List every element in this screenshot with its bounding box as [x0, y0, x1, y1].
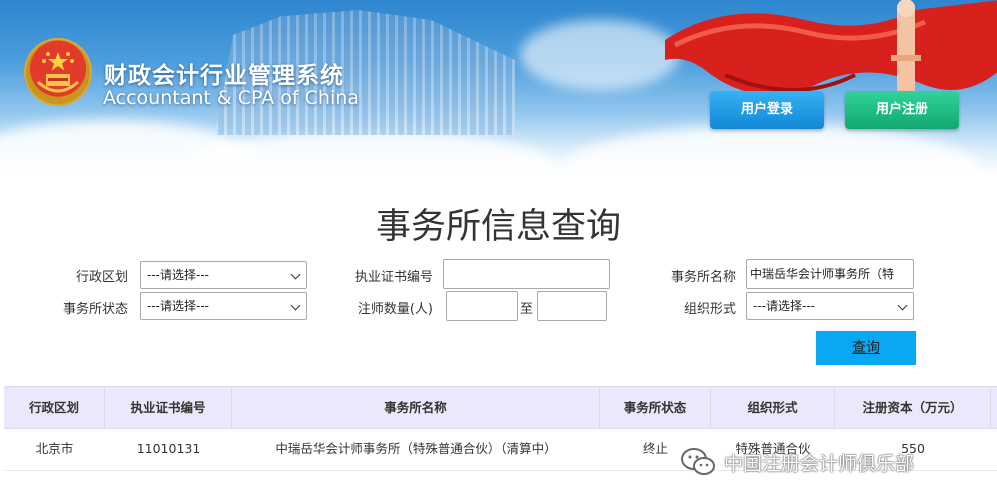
query-button[interactable]: 查询	[816, 331, 916, 365]
system-subtitle: Accountant & CPA of China	[103, 87, 359, 109]
table-cell: 北京市	[35, 441, 74, 456]
region-select[interactable]: ---请选择---	[140, 261, 307, 289]
region-select-value: ---请选择---	[147, 268, 209, 282]
firm-name-label: 事务所名称	[670, 270, 736, 285]
header-banner: 财政会计行业管理系统 Accountant & CPA of China 用户登…	[0, 0, 997, 175]
column-header: 行政区划	[4, 387, 105, 428]
license-no-label: 执业证书编号	[354, 270, 433, 285]
org-form-label: 组织形式	[683, 302, 736, 317]
column-header: 注册资本（万元）	[835, 387, 991, 428]
cpa-count-from-input[interactable]	[446, 291, 518, 321]
watermark: 中国注册会计师俱乐部	[680, 445, 914, 479]
cloud	[180, 130, 560, 175]
column-header: 事务所状态	[600, 387, 711, 428]
table-cell: 中瑞岳华会计师事务所（特殊普通合伙）（清算中）	[275, 441, 557, 456]
cloud	[520, 20, 680, 90]
table-header: 行政区划 执业证书编号 事务所名称 事务所状态 组织形式 注册资本（万元）	[4, 386, 997, 429]
cpa-count-label: 注师数量(人)	[357, 302, 433, 317]
wechat-icon	[681, 448, 715, 475]
chevron-down-icon	[290, 269, 301, 280]
watermark-text: 中国注册会计师俱乐部	[724, 452, 915, 475]
cpa-count-to-label: 至	[520, 302, 534, 317]
firm-name-input[interactable]: 中瑞岳华会计师事务所（特	[746, 259, 914, 289]
register-button[interactable]: 用户注册	[845, 91, 959, 129]
national-emblem-icon	[24, 38, 92, 106]
region-label: 行政区划	[75, 270, 128, 285]
org-form-select-value: ---请选择---	[753, 299, 815, 313]
license-no-input[interactable]	[443, 259, 610, 289]
cloud	[560, 125, 980, 175]
chevron-down-icon	[290, 300, 301, 311]
column-header: 组织形式	[711, 387, 835, 428]
login-button[interactable]: 用户登录	[710, 91, 824, 129]
column-header: 执业证书编号	[105, 387, 232, 428]
status-select-value: ---请选择---	[147, 299, 209, 313]
system-title: 财政会计行业管理系统	[104, 63, 344, 89]
org-form-select[interactable]: ---请选择---	[746, 292, 914, 320]
cpa-count-to-input[interactable]	[537, 291, 607, 321]
status-label: 事务所状态	[62, 302, 128, 317]
page-title: 事务所信息查询	[375, 207, 621, 247]
status-select[interactable]: ---请选择---	[140, 292, 307, 320]
table-cell: 11010131	[136, 441, 201, 456]
column-header: 事务所名称	[232, 387, 600, 428]
chevron-down-icon	[897, 300, 908, 311]
